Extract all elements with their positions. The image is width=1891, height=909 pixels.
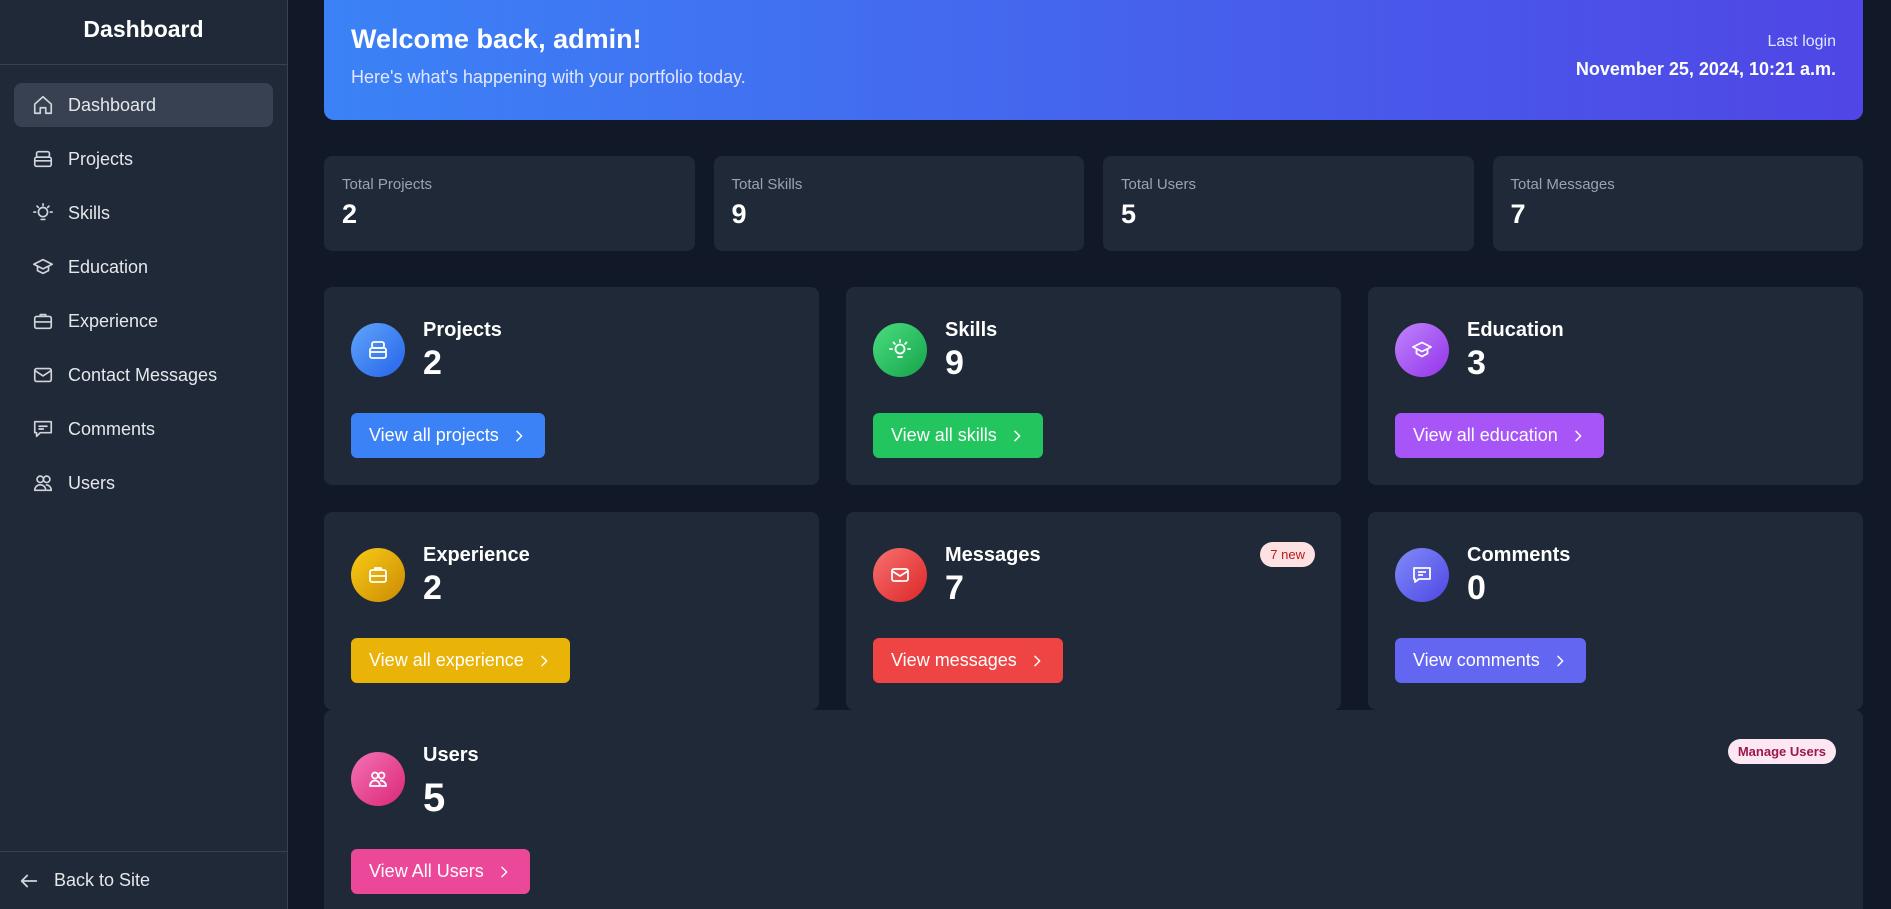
briefcase-icon [351,548,405,602]
button-label: View messages [891,650,1017,670]
arrow-left-icon [20,874,38,887]
card-title: Experience [423,544,530,566]
welcome-banner: Welcome back, admin! Here's what's happe… [324,0,1863,120]
users-icon [32,472,54,494]
view-comments-button[interactable]: View comments [1395,638,1586,683]
comments-card: Comments 0 View comments [1368,512,1863,710]
sidebar-item-label: Users [68,472,116,493]
card-count: 7 [945,569,964,607]
view-all-projects-button[interactable]: View all projects [351,413,545,458]
last-login: Last login November 25, 2024, 10:21 a.m. [1576,33,1836,80]
experience-card: Experience 2 View all experience [324,512,819,710]
card-title: Comments [1467,544,1571,566]
card-title: Projects [423,319,502,341]
sidebar: Dashboard Dashboard Projects Skills Educ… [0,0,288,909]
card-count: 9 [945,344,964,382]
lightbulb-icon [873,323,927,377]
button-label: View all projects [369,425,499,445]
messages-card: Messages 7 7 new View messages [846,512,1341,710]
card-title: Messages [945,544,1041,566]
view-all-experience-button[interactable]: View all experience [351,638,570,683]
stat-value: 9 [731,199,747,229]
stat-label: Total Skills [731,176,803,193]
card-count: 2 [423,344,442,382]
stat-total-projects: Total Projects 2 [324,156,695,251]
chevron-right-icon [1556,655,1564,666]
chevron-right-icon [541,655,548,666]
stat-value: 7 [1510,199,1526,229]
view-messages-button[interactable]: View messages [873,638,1063,683]
stat-total-messages: Total Messages 7 [1492,156,1863,251]
stat-label: Total Messages [1510,176,1615,193]
sidebar-item-skills[interactable]: Skills [14,191,273,235]
stat-total-skills: Total Skills 9 [713,156,1084,251]
briefcase-icon [32,310,54,332]
chevron-right-icon [1575,430,1582,441]
button-label: View all experience [369,650,524,670]
card-count: 0 [1467,569,1486,607]
education-card: Education 3 View all education [1368,287,1863,485]
card-count: 3 [1467,344,1486,382]
skills-card: Skills 9 View all skills [846,287,1341,485]
sidebar-item-users[interactable]: Users [14,461,273,505]
last-login-value: November 25, 2024, 10:21 a.m. [1575,59,1836,79]
new-messages-badge: 7 new [1260,542,1315,567]
button-label: View all skills [891,425,997,445]
users-card: Users 5 Manage Users View All Users [324,710,1863,909]
sidebar-item-label: Projects [68,148,134,169]
projects-card: Projects 2 View all projects [324,287,819,485]
chevron-right-icon [516,430,523,441]
card-title: Users [423,744,479,766]
sidebar-item-label: Education [68,256,149,277]
card-title: Education [1467,319,1564,341]
mail-icon [32,364,54,386]
chevron-right-icon [1034,655,1041,666]
sidebar-item-dashboard[interactable]: Dashboard [14,83,273,127]
button-label: View All Users [369,861,484,881]
stats-row: Total Projects 2 Total Skills 9 Total Us… [324,156,1863,251]
graduation-cap-icon [1395,323,1449,377]
sidebar-item-label: Comments [68,418,156,439]
archive-icon [32,148,54,170]
chevron-right-icon [500,866,508,877]
sidebar-item-label: Skills [68,202,111,223]
sidebar-item-label: Dashboard [68,94,157,115]
home-icon [32,94,54,116]
sidebar-item-contact-messages[interactable]: Contact Messages [14,353,273,397]
lightbulb-icon [32,202,54,224]
view-all-skills-button[interactable]: View all skills [873,413,1043,458]
archive-icon [351,323,405,377]
main-content: Welcome back, admin! Here's what's happe… [288,0,1891,909]
sidebar-nav: Dashboard Projects Skills Education Expe… [0,65,287,533]
view-all-education-button[interactable]: View all education [1395,413,1604,458]
card-count: 5 [423,776,446,820]
sidebar-item-projects[interactable]: Projects [14,137,273,181]
sidebar-item-education[interactable]: Education [14,245,273,289]
view-all-users-button[interactable]: View All Users [351,849,530,894]
last-login-label: Last login [1767,33,1837,50]
sidebar-item-comments[interactable]: Comments [14,407,273,451]
card-title: Skills [945,319,998,341]
button-label: View all education [1413,425,1558,445]
stat-value: 5 [1121,199,1137,229]
comment-icon [1395,548,1449,602]
back-to-site-link[interactable]: Back to Site [0,851,287,909]
stat-total-users: Total Users 5 [1103,156,1474,251]
stat-label: Total Users [1121,176,1197,193]
stat-label: Total Projects [342,176,433,193]
comment-icon [32,418,54,440]
users-icon [351,752,405,806]
button-label: View comments [1413,650,1540,670]
sidebar-item-experience[interactable]: Experience [14,299,273,343]
sidebar-item-label: Experience [68,310,159,331]
sidebar-item-label: Contact Messages [68,364,218,385]
stat-value: 2 [342,199,358,229]
sidebar-title: Dashboard [0,0,287,65]
mail-icon [873,548,927,602]
manage-users-badge[interactable]: Manage Users [1727,739,1836,764]
chevron-right-icon [1013,430,1021,441]
card-count: 2 [423,569,442,607]
back-to-site-label: Back to Site [54,870,151,890]
graduation-cap-icon [32,256,54,278]
